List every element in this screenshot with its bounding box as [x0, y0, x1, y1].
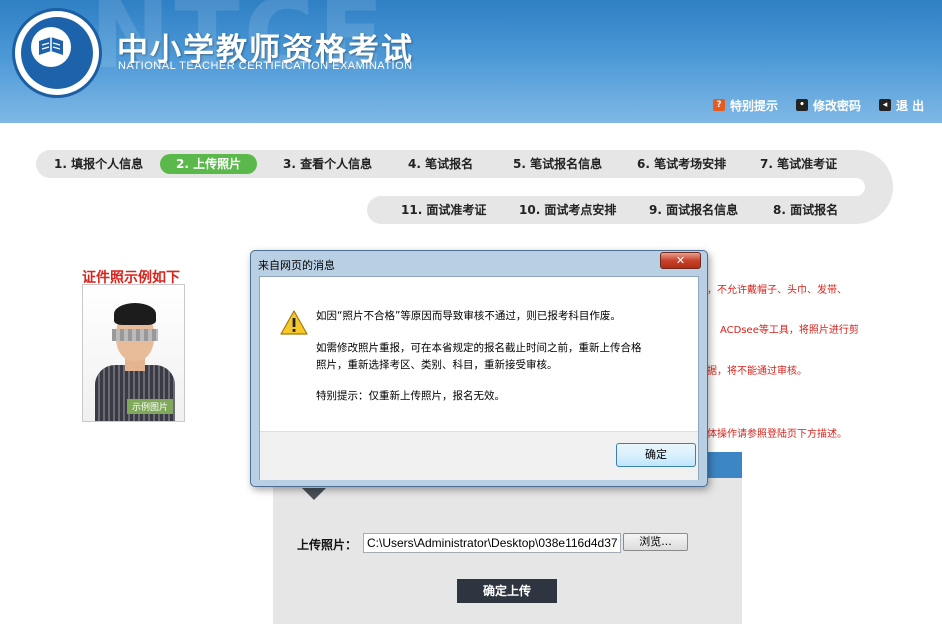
logout-link[interactable]: ◂ 退 出: [879, 96, 924, 114]
step-view-info[interactable]: 3. 查看个人信息: [283, 154, 372, 174]
change-password-label: 修改密码: [813, 98, 862, 113]
site-subtitle: NATIONAL TEACHER CERTIFICATION EXAMINATI…: [118, 60, 413, 72]
book-logo-icon: [39, 37, 63, 55]
site-header: NTCE 中小学教师资格考试 NATIONAL TEACHER CERTIFIC…: [0, 0, 942, 123]
step-interview-register[interactable]: 8. 面试报名: [773, 200, 838, 220]
change-password-link[interactable]: • 修改密码: [796, 96, 861, 114]
step-interview-ticket[interactable]: 11. 面试准考证: [401, 200, 486, 220]
step-interview-info[interactable]: 9. 面试报名信息: [649, 200, 738, 220]
special-notice-label: 特别提示: [730, 98, 779, 113]
dialog-title: 来自网页的消息: [258, 259, 335, 272]
dialog-body: 如因“照片不合格”等原因而导致审核不通过，则已报考科目作废。 如需修改照片重报，…: [259, 276, 699, 480]
dialog-message-line-1: 如因“照片不合格”等原因而导致审核不通过，则已报考科目作废。: [316, 310, 621, 322]
example-photo: 示例图片: [82, 284, 185, 422]
dialog-message-line-3: 照片，重新选择考区、类别、科目，重新接受审核。: [316, 359, 558, 371]
dialog-message-line-4: 特别提示：仅重新上传照片，报名无效。: [316, 390, 505, 402]
note-line-1: ，不允许戴帽子、头巾、发带、: [707, 285, 847, 296]
ntce-logo: [12, 8, 102, 98]
step-interview-site[interactable]: 10. 面试考点安排: [519, 200, 616, 220]
step-written-ticket[interactable]: 7. 笔试准考证: [760, 154, 837, 174]
browse-button[interactable]: 浏览...: [623, 533, 688, 551]
dialog-message-line-2: 如需修改照片重报，可在本省规定的报名截止时间之前，重新上传合格: [316, 342, 642, 354]
step-fill-info[interactable]: 1. 填报个人信息: [54, 154, 143, 174]
logout-label: 退 出: [896, 98, 925, 113]
message-dialog: 来自网页的消息 ✕ 如因“照片不合格”等原因而导致审核不通过，则已报考科目作废。…: [250, 250, 708, 487]
note-line-4: 体操作请参照登陆页下方描述。: [707, 429, 847, 440]
dialog-ok-button[interactable]: 确定: [616, 443, 696, 467]
step-written-room[interactable]: 6. 笔试考场安排: [637, 154, 726, 174]
info-icon: ?: [713, 99, 725, 111]
upload-pointer-arrow: [302, 488, 326, 500]
special-notice-link[interactable]: ? 特别提示: [713, 96, 778, 114]
note-line-3: 据，将不能通过审核。: [707, 366, 807, 377]
exit-icon: ◂: [879, 99, 891, 111]
password-icon: •: [796, 99, 808, 111]
confirm-upload-button[interactable]: 确定上传: [457, 579, 557, 603]
dialog-close-button[interactable]: ✕: [660, 252, 701, 269]
file-path-input[interactable]: C:\Users\Administrator\Desktop\038e116d4…: [363, 533, 621, 553]
step-written-register[interactable]: 4. 笔试报名: [408, 154, 473, 174]
step-upload-photo[interactable]: 2. 上传照片: [160, 154, 258, 174]
example-tag: 示例图片: [127, 399, 174, 414]
step-written-info[interactable]: 5. 笔试报名信息: [513, 154, 602, 174]
note-line-2: ACDsee等工具，将照片进行剪: [720, 325, 859, 336]
warning-icon: [280, 310, 308, 335]
upload-label: 上传照片：: [297, 538, 358, 552]
